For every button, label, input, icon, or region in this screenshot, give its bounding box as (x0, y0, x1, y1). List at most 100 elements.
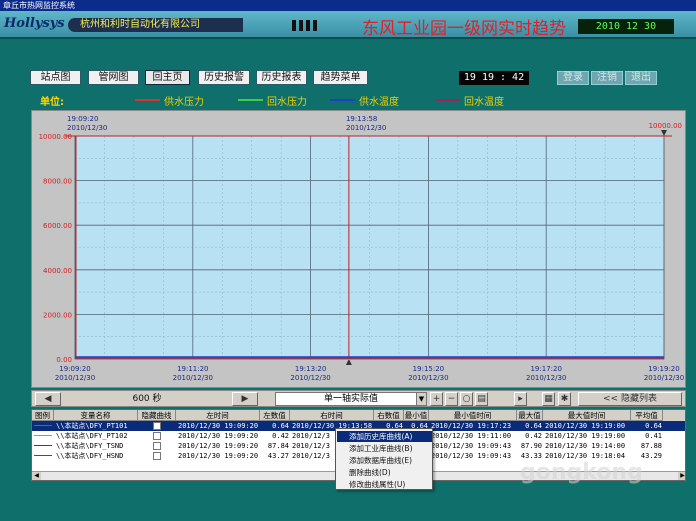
variable-name: \\本站点\DFY_PT102 (56, 432, 128, 440)
hide-curve-checkbox[interactable] (153, 422, 161, 430)
hide-curve-checkbox[interactable] (153, 432, 161, 440)
settings-icon[interactable]: ✱ (558, 392, 571, 406)
x-tick-label: 19:17:20 (530, 365, 561, 373)
cursor-marker-icon (345, 359, 352, 365)
menu-item-add-history-curve[interactable]: 添加历史库曲线(A) (337, 431, 432, 442)
chart-toolbar: ◀ 600 秒 ▶ 单一轴实际值 ▼ + − ○ ▤ ▸ ▦ ✱ << 隐藏列表 (31, 390, 686, 407)
max-time: 2010/12/30 19:14:00 (545, 442, 626, 450)
export-icon[interactable]: ▦ (542, 392, 555, 406)
left-time: 2010/12/30 19:09:20 (178, 452, 259, 460)
trend-chart[interactable]: 0.00 2000.00 4000.00 6000.00 8000.00 10000.00… (32, 111, 687, 389)
left-value: 87.84 (267, 442, 289, 450)
column-header[interactable]: 左数值 (260, 410, 290, 421)
zoom-out-icon[interactable]: − (445, 392, 458, 406)
legend-label: 回水压力 (267, 97, 307, 108)
table-header: 图例 变量名称 隐藏曲线 左时间 左数值 右时间 右数值 最小值 最小值时间 最大值 最大值时间 平均… (32, 410, 685, 421)
top-right-value: 10000.00 (649, 122, 682, 130)
avg-value: 0.41 (645, 432, 662, 440)
cursor-time-label: 19:09:20 (67, 115, 98, 123)
avg-value: 0.64 (645, 422, 662, 430)
column-header[interactable]: 右时间 (290, 410, 374, 421)
nav-station-button[interactable]: 站点图 (30, 70, 81, 85)
zoom-reset-icon[interactable]: ○ (460, 392, 473, 406)
column-header[interactable]: 图例 (32, 410, 54, 421)
legend-swatch (330, 99, 355, 101)
cursor-date-label: 2010/12/30 (346, 124, 386, 132)
column-header[interactable]: 最大值时间 (543, 410, 631, 421)
zoom-in-icon[interactable]: + (430, 392, 443, 406)
x-tick-label: 19:13:20 (295, 365, 326, 373)
trend-chart-panel[interactable]: 0.00 2000.00 4000.00 6000.00 8000.00 10000.00… (31, 110, 686, 388)
axis-mode-select[interactable]: 单一轴实际值 ▼ (275, 392, 427, 406)
column-header[interactable]: 左时间 (176, 410, 260, 421)
variable-name: \\本站点\DFY_HSND (56, 452, 124, 460)
row-color-swatch (34, 455, 52, 456)
y-tick-label: 2000.00 (43, 311, 72, 319)
date-display: 2010 12 30 (578, 19, 674, 34)
legend-swatch (135, 99, 160, 101)
logout-button[interactable]: 注销 (591, 71, 623, 85)
scroll-left-arrow-icon[interactable]: ◀ (32, 472, 41, 480)
min-time: 2010/12/30 19:09:43 (431, 442, 512, 450)
time-display: 19 19 : 42 (459, 71, 529, 85)
left-time: 2010/12/30 19:09:20 (178, 432, 259, 440)
legend-swatch (435, 99, 460, 101)
column-header[interactable]: 变量名称 (54, 410, 138, 421)
left-value: 0.42 (272, 432, 289, 440)
brand-logo: Hollysys (4, 16, 65, 31)
y-tick-label: 8000.00 (43, 178, 72, 186)
nav-report-history-button[interactable]: 历史报表 (256, 70, 307, 85)
print-icon[interactable]: ▤ (475, 392, 488, 406)
unit-label: 单位: (40, 97, 64, 108)
y-tick-label: 6000.00 (43, 222, 72, 230)
max-time: 2010/12/30 19:19:00 (545, 422, 626, 430)
exit-button[interactable]: 退出 (625, 71, 657, 85)
chevron-down-icon[interactable]: ▼ (416, 393, 426, 405)
page-title: 东风工业园一级网实时趋势 (362, 19, 566, 39)
legend-label: 供水温度 (359, 97, 399, 108)
axis-mode-value: 单一轴实际值 (323, 394, 378, 404)
hide-list-button[interactable]: << 隐藏列表 (578, 392, 682, 406)
menu-item-add-database-curve[interactable]: 添加数据库曲线(E) (337, 455, 432, 466)
variable-name: \\本站点\DFY_PT101 (56, 422, 128, 430)
y-tick-label: 4000.00 (43, 267, 72, 275)
context-menu: 添加历史库曲线(A) 添加工业库曲线(B) 添加数据库曲线(E) 删除曲线(D)… (335, 428, 433, 490)
scroll-left-button[interactable]: ◀ (35, 392, 61, 406)
column-header[interactable]: 最小值时间 (429, 410, 517, 421)
hide-curve-checkbox[interactable] (153, 452, 161, 460)
max-value: 0.42 (525, 432, 542, 440)
column-header[interactable]: 隐藏曲线 (138, 410, 176, 421)
nav-pipe-button[interactable]: 管网图 (88, 70, 139, 85)
period-display: 600 秒 (72, 392, 222, 406)
y-tick-label: 0.00 (56, 356, 72, 364)
hide-curve-checkbox[interactable] (153, 442, 161, 450)
row-color-swatch (34, 445, 52, 446)
company-name: 杭州和利时自动化有限公司 (68, 18, 243, 32)
x-tick-label: 19:15:20 (413, 365, 444, 373)
scroll-right-button[interactable]: ▶ (232, 392, 258, 406)
skip-end-icon[interactable]: ▸ (514, 392, 527, 406)
column-header[interactable]: 最大值 (517, 410, 543, 421)
nav-trend-menu-button[interactable]: 趋势菜单 (313, 70, 368, 85)
left-time: 2010/12/30 19:09:20 (178, 442, 259, 450)
login-button[interactable]: 登录 (557, 71, 589, 85)
menu-item-edit-curve-properties[interactable]: 修改曲线属性(U) (337, 479, 432, 490)
legend: 单位: 供水压力 回水压力 供水温度 回水温度 (0, 93, 696, 108)
column-header[interactable]: 最小值 (404, 410, 429, 421)
menu-item-add-industrial-curve[interactable]: 添加工业库曲线(B) (337, 443, 432, 454)
decor-bars (292, 20, 320, 34)
x-tick-date: 2010/12/30 (408, 374, 448, 382)
max-time: 2010/12/30 19:19:00 (545, 432, 626, 440)
window-title: 章丘市热网监控系统 (0, 0, 696, 11)
avg-value: 87.88 (640, 442, 662, 450)
nav-row: 站点图 管网图 回主页 历史报警 历史报表 趋势菜单 19 19 : 42 登录… (0, 70, 696, 86)
y-tick-label: 10000.00 (39, 133, 72, 141)
cursor-marker-icon (661, 130, 667, 136)
column-header[interactable]: 平均值 (631, 410, 663, 421)
x-tick-date: 2010/12/30 (526, 374, 566, 382)
column-header[interactable]: 右数值 (374, 410, 404, 421)
nav-home-button[interactable]: 回主页 (145, 70, 190, 85)
menu-item-delete-curve[interactable]: 删除曲线(D) (337, 467, 432, 478)
nav-alarm-history-button[interactable]: 历史报警 (198, 70, 250, 85)
scroll-right-arrow-icon[interactable]: ▶ (678, 472, 685, 480)
